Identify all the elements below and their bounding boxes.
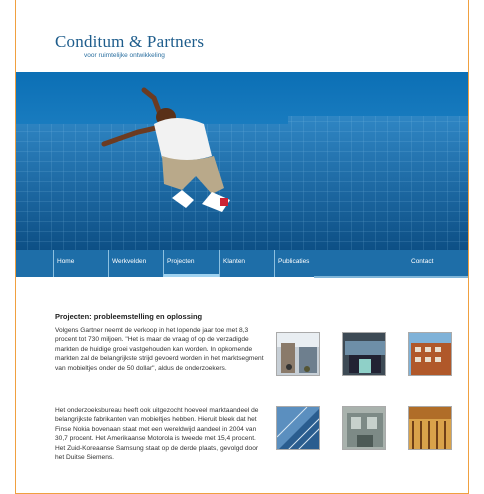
main-navigation: Home Werkvelden Projecten Klanten Public… bbox=[16, 250, 468, 277]
nav-underline bbox=[314, 276, 468, 278]
project-thumbnail[interactable] bbox=[342, 406, 386, 450]
nav-item-werkvelden[interactable]: Werkvelden bbox=[108, 250, 146, 277]
logo[interactable]: Conditum & Partners voor ruimtelijke ont… bbox=[55, 32, 204, 59]
project-thumbnail[interactable] bbox=[276, 406, 320, 450]
nav-item-projecten[interactable]: Projecten bbox=[163, 250, 219, 277]
nav-item-contact[interactable]: Contact bbox=[408, 250, 433, 277]
project-thumbnail[interactable] bbox=[276, 332, 320, 376]
project-thumbnail[interactable] bbox=[408, 406, 452, 450]
nav-item-klanten[interactable]: Klanten bbox=[219, 250, 245, 277]
logo-tagline: voor ruimtelijke ontwikkeling bbox=[84, 52, 165, 59]
page-title: Projecten: probleemstelling en oplossing bbox=[55, 312, 203, 321]
logo-name: Conditum & Partners bbox=[55, 32, 205, 51]
paragraph-1: Volgens Gartner neemt de verkoop in het … bbox=[55, 327, 264, 372]
hero-image bbox=[16, 72, 468, 250]
nav-item-publicaties[interactable]: Publicaties bbox=[274, 250, 309, 277]
project-thumbnail[interactable] bbox=[408, 332, 452, 376]
nav-item-home[interactable]: Home bbox=[53, 250, 74, 277]
paragraph-2: Het onderzoeksbureau heeft ook uitgezoch… bbox=[55, 407, 259, 462]
project-thumbnail[interactable] bbox=[342, 332, 386, 376]
